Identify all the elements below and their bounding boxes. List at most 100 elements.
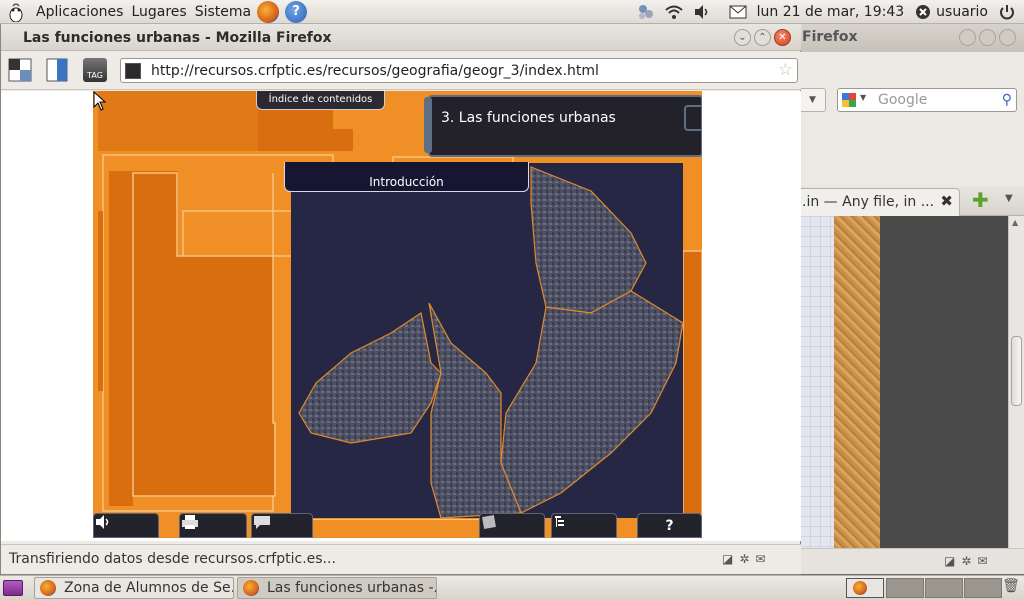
bg-url-dropdown-button[interactable]: ▼ [800, 88, 826, 112]
firefox-icon [853, 581, 867, 595]
new-tab-icon[interactable]: ✚ [972, 190, 989, 210]
satellite-map[interactable] [291, 163, 683, 518]
wifi-icon[interactable] [664, 3, 683, 21]
section-handle [424, 97, 432, 153]
index-button[interactable]: Índice de contenidos [256, 91, 385, 110]
status-mail-icon[interactable]: ✉ [755, 552, 765, 566]
status-icons: ◪ ✲ ✉ [722, 552, 765, 566]
print-icon [182, 515, 198, 529]
status-addon-icon[interactable]: ◪ [722, 552, 733, 566]
gnome-foot-icon[interactable] [4, 0, 28, 24]
page-right-margin [702, 91, 801, 538]
flash-app: Índice de contenidos 3. Las funciones ur… [93, 91, 702, 538]
satellite-map-drawing [291, 163, 683, 518]
print-button[interactable] [179, 513, 247, 538]
google-icon[interactable] [842, 93, 856, 107]
mouse-cursor-icon [93, 91, 107, 111]
bg-statusbar: ◪ ✲ ✉ [800, 548, 1024, 574]
bg-status-icons: ◪ ✲ ✉ [944, 554, 987, 568]
app-toolbar: ? [93, 513, 702, 538]
speaker-icon [96, 515, 109, 529]
scroll-up-icon[interactable]: ▲ [1012, 218, 1018, 227]
comments-button[interactable] [251, 513, 313, 538]
notes-icon [482, 515, 496, 529]
bg-minimize-button[interactable] [959, 29, 976, 46]
bg-window-titlebar[interactable]: Firefox [800, 24, 1024, 52]
navigation-toolbar: TAG http://recursos.crfptic.es/recursos/… [1, 52, 801, 90]
mail-icon[interactable] [729, 3, 747, 21]
trash-icon[interactable]: 🗑 [1002, 578, 1020, 598]
intro-label[interactable]: Introducción [284, 162, 529, 192]
clock[interactable]: lun 21 de mar, 19:43 [757, 4, 905, 20]
workspace-1[interactable] [846, 578, 884, 598]
tag-icon[interactable]: TAG [83, 58, 107, 82]
contents-button[interactable] [551, 513, 617, 538]
help-button[interactable]: ? [637, 513, 702, 538]
close-button[interactable]: ✕ [774, 29, 791, 46]
bookmark-page-icon[interactable] [45, 58, 69, 82]
system-tray: lun 21 de mar, 19:43 usuario [637, 0, 1024, 24]
menu-sistema[interactable]: Sistema [195, 4, 251, 20]
bg-dark-area [880, 216, 1008, 548]
search-engine-dropdown-icon[interactable]: ▼ [860, 93, 866, 102]
bg-grid-pattern [800, 216, 834, 548]
user-menu[interactable]: usuario [936, 4, 988, 20]
bg-scroll-thumb[interactable] [1011, 336, 1022, 406]
background-firefox-window[interactable]: Firefox ▼ ▼ Google ⚲ .in — Any file, in … [800, 24, 1024, 574]
chat-icon [254, 516, 270, 529]
bg-search-placeholder: Google [878, 92, 928, 108]
bg-close-button[interactable] [999, 29, 1016, 46]
bg-tab-title: .in — Any file, in ... [802, 194, 935, 210]
bg-tab[interactable]: .in — Any file, in ... ✖ [800, 188, 960, 216]
menu-aplicaciones[interactable]: Aplicaciones [36, 4, 123, 20]
power-icon[interactable] [998, 3, 1016, 21]
list-icon [555, 516, 564, 527]
workspace-3[interactable] [925, 578, 963, 598]
url-bar[interactable]: http://recursos.crfptic.es/recursos/geog… [120, 58, 798, 83]
status-puzzle-icon[interactable]: ✲ [739, 552, 749, 566]
bg-scrollbar[interactable]: ▲ [1008, 216, 1024, 548]
minimize-button[interactable]: ⌄ [734, 29, 751, 46]
window-title: Las funciones urbanas - Mozilla Firefox [23, 30, 332, 46]
volume-icon[interactable] [693, 3, 711, 21]
firefox-launcher-icon[interactable] [257, 0, 280, 23]
firefox-window[interactable]: Las funciones urbanas - Mozilla Firefox … [0, 24, 801, 575]
bg-status-addon-icon[interactable]: ◪ [944, 554, 955, 568]
window-titlebar[interactable]: Las funciones urbanas - Mozilla Firefox … [1, 24, 801, 51]
menu-lugares[interactable]: Lugares [131, 4, 186, 20]
bg-search-box[interactable]: ▼ Google ⚲ [837, 88, 1017, 112]
help-launcher-icon[interactable]: ? [285, 0, 308, 23]
firefox-icon [40, 580, 56, 596]
network-icon[interactable] [637, 3, 655, 21]
bg-status-mail-icon[interactable]: ✉ [977, 554, 987, 568]
sound-button[interactable] [93, 513, 159, 538]
maximize-button[interactable]: ⌃ [754, 29, 771, 46]
list-all-tabs-icon[interactable]: ▼ [1005, 193, 1013, 204]
bg-tab-close-icon[interactable]: ✖ [940, 192, 953, 210]
section-title: 3. Las funciones urbanas [441, 110, 616, 126]
bookmark-star-icon[interactable]: ☆ [778, 60, 793, 80]
magnifier-icon[interactable]: ⚲ [1002, 92, 1012, 108]
bg-page-content: ▲ [800, 216, 1024, 548]
workspace-2[interactable] [886, 578, 924, 598]
bg-status-puzzle-icon[interactable]: ✲ [961, 554, 971, 568]
site-identity-icon[interactable] [125, 63, 141, 79]
user-status-icon [914, 3, 932, 21]
bg-maximize-button[interactable] [979, 29, 996, 46]
section-frame [684, 105, 702, 131]
workspace-4[interactable] [964, 578, 1002, 598]
url-text[interactable]: http://recursos.crfptic.es/recursos/geog… [151, 63, 599, 79]
notes-button[interactable] [479, 513, 545, 538]
top-panel: Aplicaciones Lugares Sistema ? lun 21 de… [0, 0, 1024, 24]
addon-toggle-icon[interactable] [8, 58, 32, 82]
page-viewport: Índice de contenidos 3. Las funciones ur… [1, 91, 801, 541]
bottom-panel: Zona de Alumnos de Se... Las funciones u… [0, 575, 1024, 600]
bg-window-title: Firefox [802, 29, 858, 45]
task-label: Las funciones urbanas -... [267, 580, 437, 596]
statusbar: Transfiriendo datos desde recursos.crfpt… [1, 544, 801, 574]
taskbar-item-zona-alumnos[interactable]: Zona de Alumnos de Se... [34, 577, 234, 599]
taskbar-item-funciones-urbanas[interactable]: Las funciones urbanas -... [237, 577, 437, 599]
task-label: Zona de Alumnos de Se... [64, 580, 234, 596]
show-desktop-icon[interactable] [3, 580, 23, 596]
toolbar-spacer [313, 519, 479, 538]
